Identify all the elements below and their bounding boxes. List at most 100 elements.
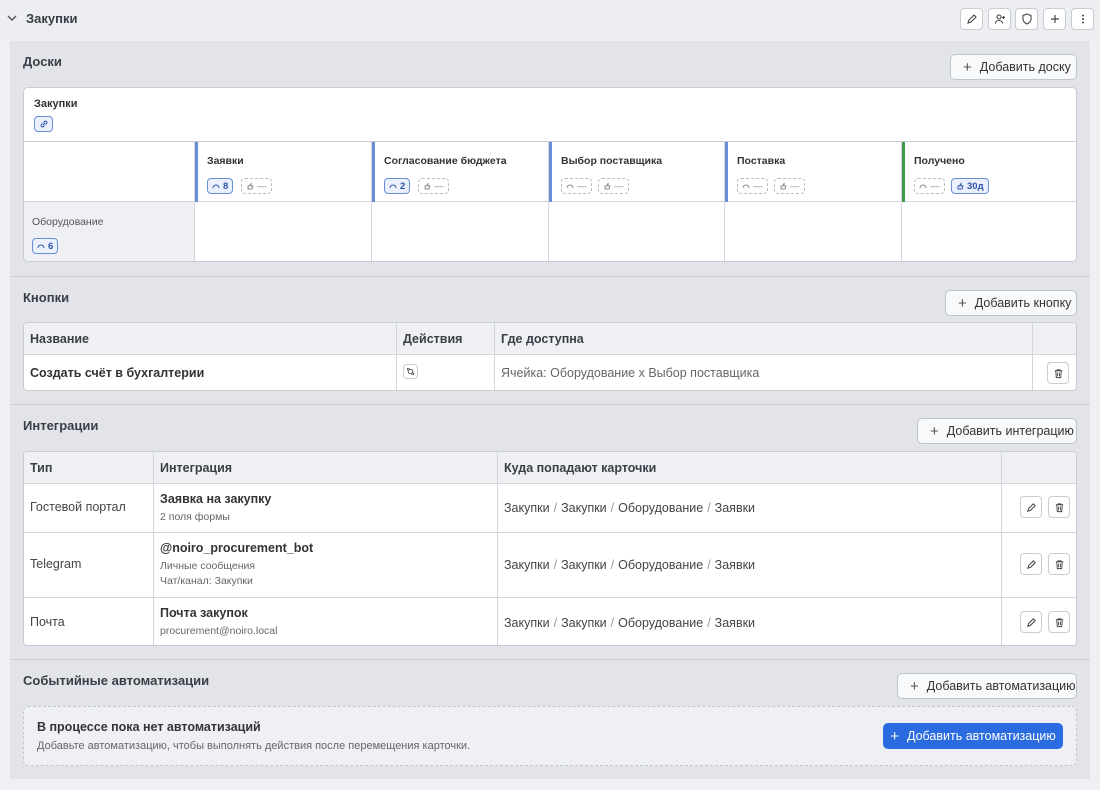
delete-button[interactable]	[1048, 553, 1070, 575]
plus-icon	[1050, 15, 1059, 23]
add-integration-button[interactable]: + Добавить интеграцию	[917, 418, 1077, 444]
shield-icon	[1021, 13, 1032, 25]
gauge-icon	[742, 184, 750, 189]
page-header: Закупки	[0, 0, 1100, 38]
button-name: Создать счёт в бухгалтерии	[24, 355, 397, 390]
column-limit-badge: —	[241, 178, 272, 194]
integration-type: Telegram	[24, 533, 154, 598]
add-board-button[interactable]: + Добавить доску	[950, 54, 1077, 80]
page-title: Закупки	[26, 11, 78, 26]
add-user-button[interactable]	[988, 8, 1011, 30]
trash-icon	[1054, 368, 1062, 378]
section-divider	[10, 276, 1090, 277]
board-column[interactable]: Получено — 30д	[902, 142, 1076, 202]
column-name: Получено	[914, 155, 965, 167]
column-header: Куда попадают карточки	[498, 452, 1002, 484]
board-column[interactable]: Согласование бюджета 2 —	[372, 142, 549, 202]
pencil-icon	[1026, 617, 1036, 627]
board-grid: Заявки 8 — Согласование бюджета 2 — Выбо…	[24, 141, 1076, 261]
permissions-button[interactable]	[1015, 8, 1038, 30]
link-icon	[40, 120, 47, 128]
board-cell[interactable]	[195, 202, 372, 261]
buttons-table: Название Действия Где доступна Создать с…	[23, 322, 1077, 391]
board-cell[interactable]	[902, 202, 1076, 261]
section-title-buttons: Кнопки	[23, 290, 70, 305]
board-cell[interactable]	[725, 202, 902, 261]
board-cell[interactable]	[549, 202, 725, 261]
create-automation-button[interactable]: + Добавить автоматизацию	[883, 723, 1063, 749]
more-button[interactable]	[1071, 8, 1094, 30]
column-count-badge: —	[914, 178, 945, 194]
board-cell[interactable]	[372, 202, 549, 261]
stage-bar	[372, 142, 375, 202]
integration-detail: 2 поля формы	[160, 511, 230, 523]
trash-icon	[1055, 502, 1063, 512]
board-column[interactable]: Поставка — —	[725, 142, 902, 202]
workflow-button[interactable]	[403, 364, 418, 379]
trash-icon	[1055, 559, 1063, 569]
board-column[interactable]: Выбор поставщика — —	[549, 142, 725, 202]
thumb-icon	[957, 182, 964, 190]
integration-info: @noiro_procurement_bot Личные сообщения …	[154, 533, 498, 598]
column-name: Выбор поставщика	[561, 155, 663, 167]
add-automation-button[interactable]: + Добавить автоматизацию	[897, 673, 1077, 699]
add-action-button[interactable]: + Добавить кнопку	[945, 290, 1077, 316]
integration-detail: Личные сообщения	[160, 560, 256, 572]
integration-name: Почта закупок	[160, 606, 248, 620]
row-actions	[1033, 355, 1076, 390]
delete-button[interactable]	[1047, 362, 1069, 384]
destination-breadcrumb: Закупки / Закупки / Оборудование / Заявки	[498, 598, 1002, 645]
section-divider	[10, 404, 1090, 405]
button-location: Ячейка: Оборудование x Выбор поставщика	[495, 355, 1033, 390]
pencil-icon	[966, 14, 977, 24]
board-name: Закупки	[34, 98, 78, 110]
gauge-icon	[566, 184, 574, 189]
thumb-icon	[780, 182, 787, 190]
column-header: Тип	[24, 452, 154, 484]
column-limit-badge: —	[598, 178, 629, 194]
column-header	[1002, 452, 1076, 484]
chevron-down-icon[interactable]	[6, 12, 18, 24]
integration-name: Заявка на закупку	[160, 492, 272, 506]
thumb-icon	[604, 182, 611, 190]
user-plus-icon	[994, 14, 1005, 24]
board-link-button[interactable]	[34, 116, 53, 132]
integrations-table: Тип Интеграция Куда попадают карточки Го…	[23, 451, 1077, 646]
trash-icon	[1055, 617, 1063, 627]
board-row[interactable]: Оборудование 6	[24, 202, 195, 261]
column-header: Где доступна	[495, 323, 1033, 355]
add-button[interactable]	[1043, 8, 1066, 30]
board-column[interactable]: Заявки 8 —	[195, 142, 372, 202]
column-name: Заявки	[207, 155, 244, 167]
delete-button[interactable]	[1048, 611, 1070, 633]
board-card: Закупки Заявки 8 — Согласование бюджета …	[23, 87, 1077, 262]
column-name: Поставка	[737, 155, 786, 167]
gauge-icon	[212, 184, 220, 189]
column-header: Название	[24, 323, 397, 355]
edit-button[interactable]	[1020, 553, 1042, 575]
column-limit-badge: —	[774, 178, 805, 194]
column-header: Действия	[397, 323, 495, 355]
section-title-integrations: Интеграции	[23, 418, 99, 433]
edit-button[interactable]	[1020, 496, 1042, 518]
empty-state-text: Добавьте автоматизацию, чтобы выполнять …	[37, 740, 471, 752]
stage-bar	[549, 142, 552, 202]
section-title-automations: Событийные автоматизации	[23, 673, 210, 688]
delete-button[interactable]	[1048, 496, 1070, 518]
more-vertical-icon	[1081, 14, 1084, 24]
section-title-boards: Доски	[23, 54, 62, 69]
row-count-badge: 6	[32, 238, 59, 254]
row-name: Оборудование	[32, 216, 104, 228]
integration-name: @noiro_procurement_bot	[160, 541, 314, 555]
column-limit-badge: —	[418, 178, 449, 194]
row-actions	[1002, 533, 1076, 598]
plus-icon: +	[890, 727, 899, 745]
section-divider	[10, 659, 1090, 660]
integration-info: Почта закупок procurement@noiro.local	[154, 598, 498, 645]
plus-icon: +	[963, 58, 972, 76]
edit-button[interactable]	[1020, 611, 1042, 633]
plus-icon: +	[910, 677, 919, 695]
stage-bar	[195, 142, 198, 202]
actions-cell	[397, 355, 495, 390]
edit-button[interactable]	[960, 8, 983, 30]
